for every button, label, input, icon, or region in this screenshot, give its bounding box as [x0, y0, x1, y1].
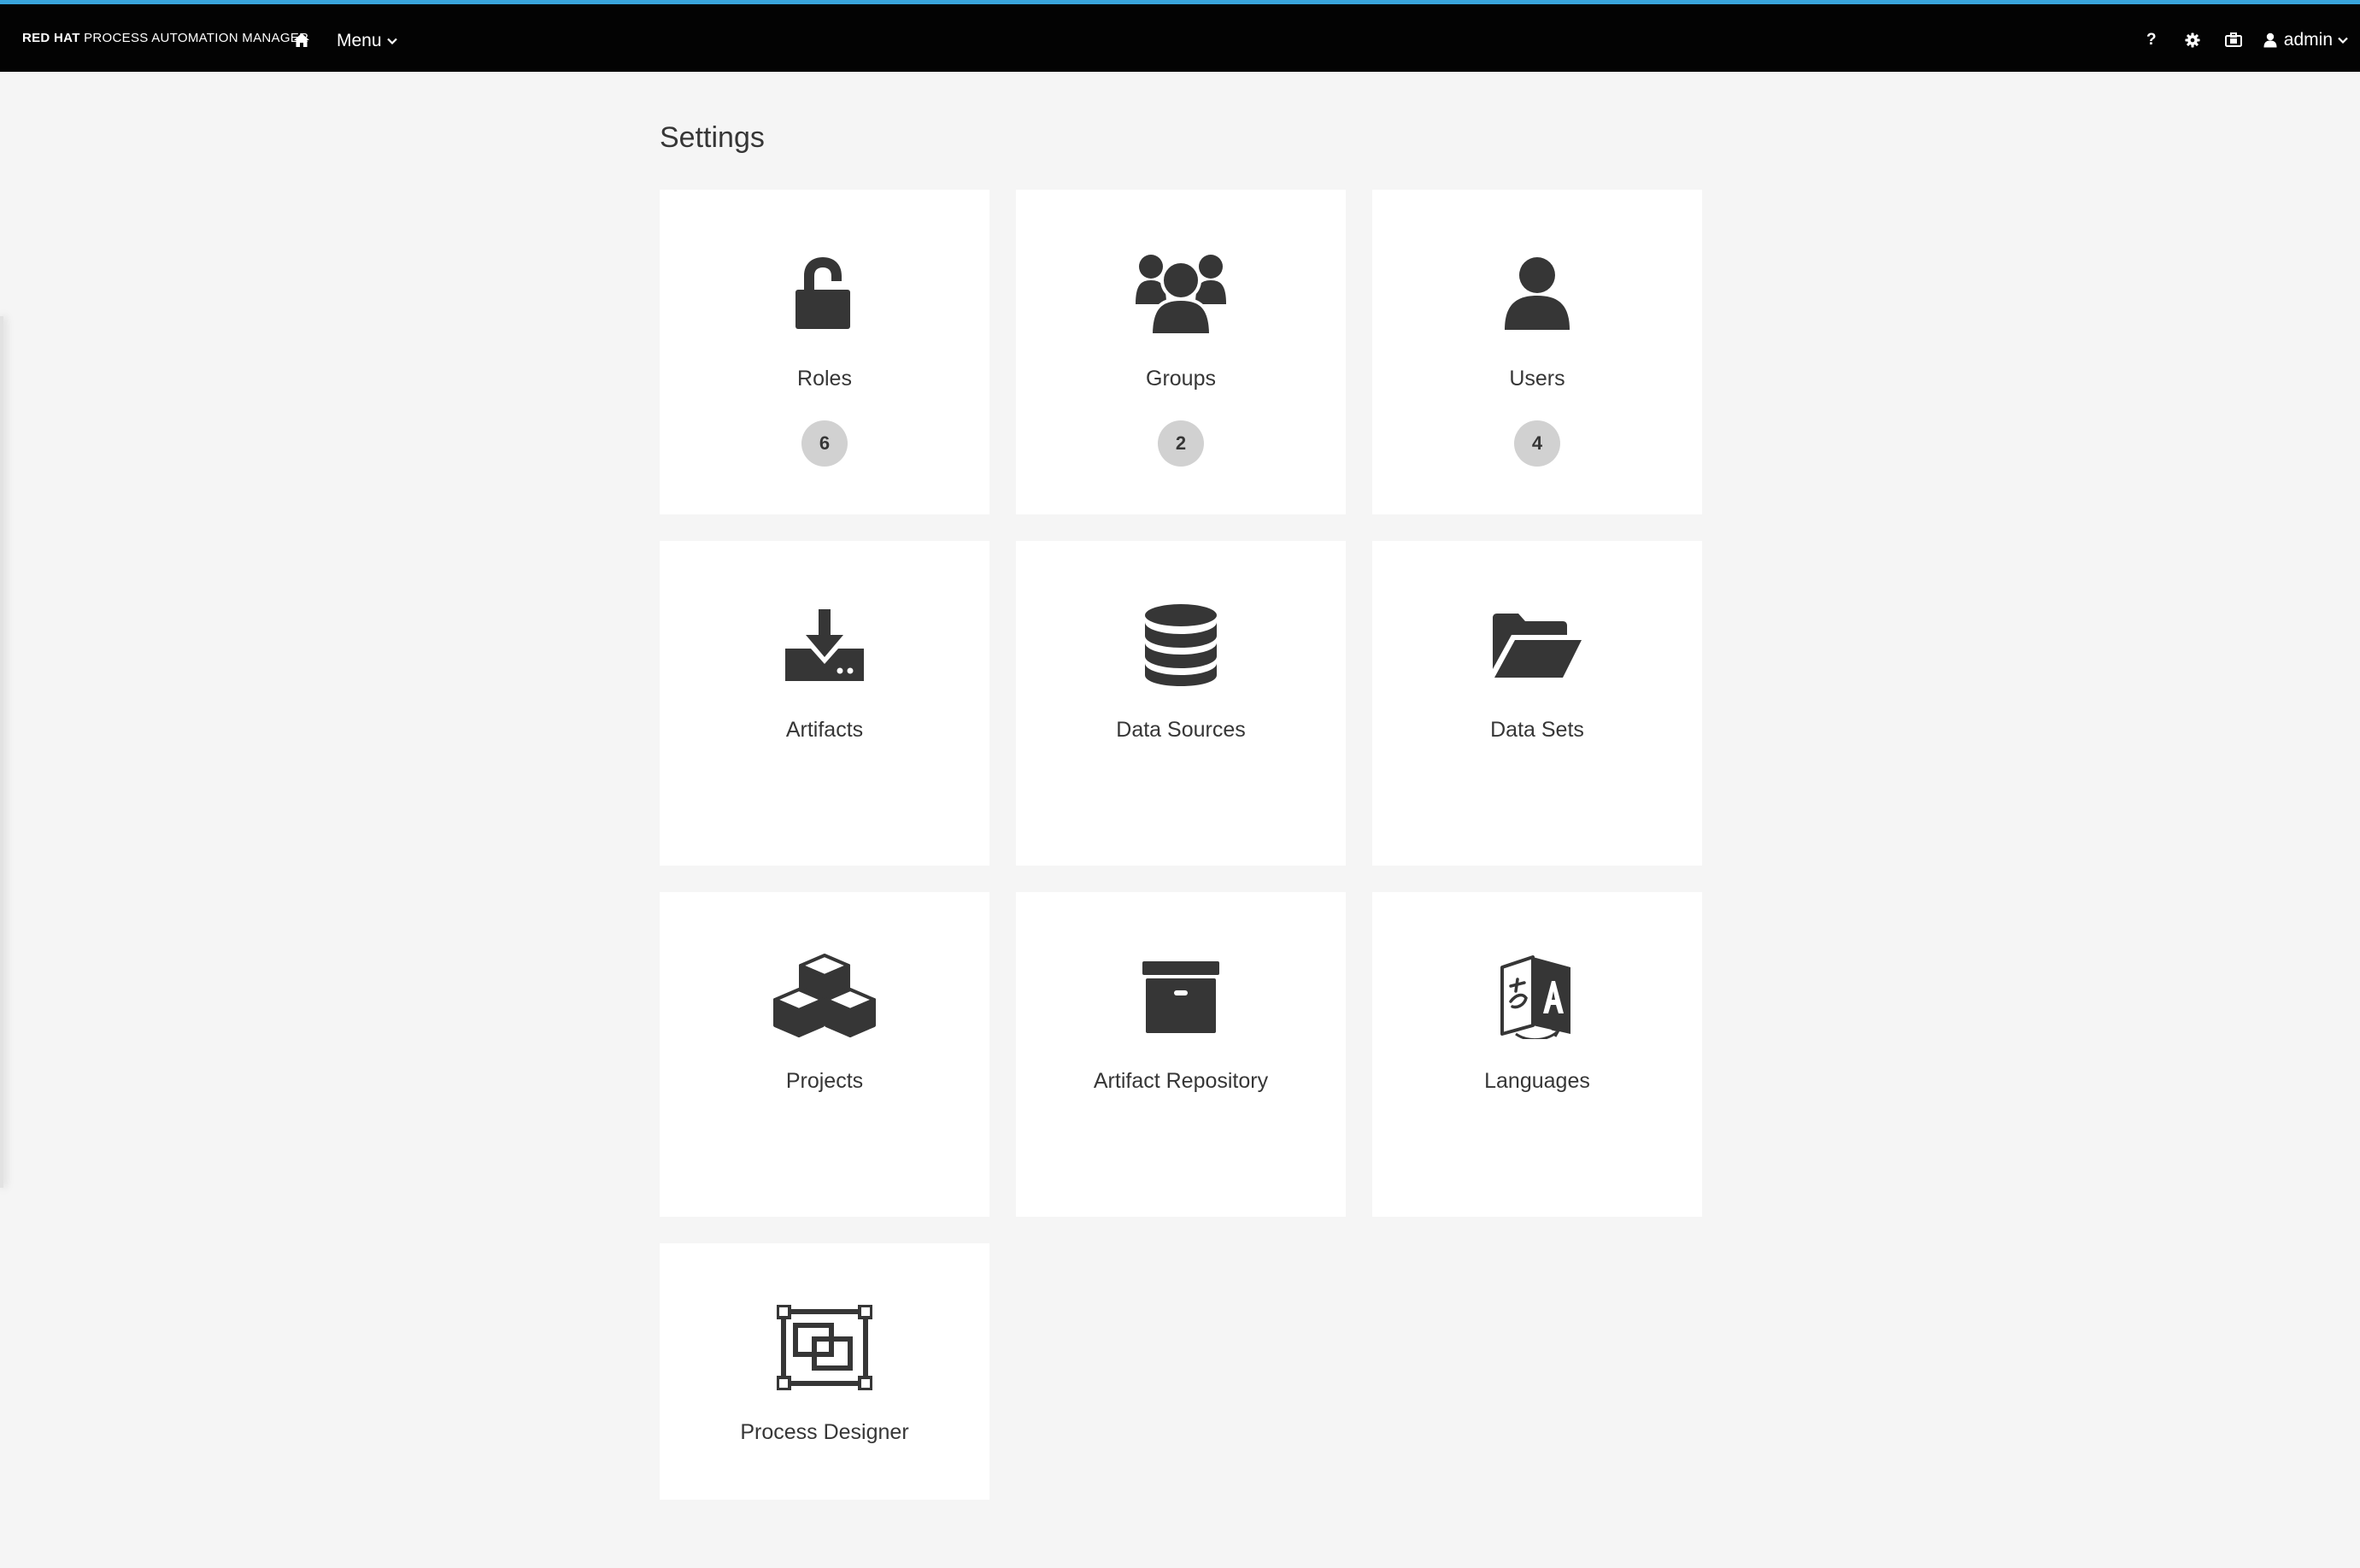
tile-roles[interactable]: Roles 6 [660, 190, 989, 514]
unlock-icon [795, 257, 850, 329]
apps-button[interactable] [2222, 28, 2245, 52]
tile-data-sources[interactable]: Data Sources [1016, 541, 1346, 866]
users-group-icon [1136, 255, 1226, 337]
brand-product-text: PROCESS AUTOMATION MANAGER [84, 31, 309, 45]
top-navbar: RED HAT PROCESS AUTOMATION MANAGER Menu … [0, 0, 2360, 72]
archive-box-icon [1142, 961, 1219, 1033]
gear-icon [2185, 32, 2200, 48]
tile-label: Groups [1146, 367, 1216, 391]
menu-dropdown[interactable]: Menu [337, 28, 397, 54]
tile-artifacts[interactable]: Artifacts [660, 541, 989, 866]
tile-label: Artifacts [785, 718, 864, 742]
user-icon [2263, 32, 2277, 48]
tile-label: Process Designer [740, 1420, 909, 1444]
language-icon [1500, 955, 1570, 1039]
user-icon [1505, 257, 1570, 330]
tile-label: Users [1509, 367, 1565, 391]
brand-strong-text: RED HAT [22, 31, 80, 45]
chevron-down-icon [2338, 37, 2348, 44]
menu-label: Menu [337, 31, 382, 50]
tile-label: Data Sources [1116, 718, 1246, 742]
user-menu[interactable]: admin [2263, 30, 2348, 50]
count-badge: 6 [801, 420, 848, 467]
tile-groups[interactable]: Groups 2 [1016, 190, 1346, 514]
help-button[interactable]: ? [2140, 28, 2163, 52]
side-drawer-edge[interactable] [0, 316, 3, 1188]
count-badge: 2 [1158, 420, 1204, 467]
home-icon [294, 33, 309, 47]
download-drive-icon [785, 609, 864, 681]
settings-button[interactable] [2181, 28, 2204, 52]
tile-artifact-repository[interactable]: Artifact Repository [1016, 892, 1346, 1217]
tile-label: Roles [797, 367, 852, 391]
tile-label: Data Sets [1490, 718, 1584, 742]
process-designer-icon [777, 1305, 872, 1390]
brand-logo[interactable]: RED HAT PROCESS AUTOMATION MANAGER [22, 30, 308, 47]
tile-label: Artifact Repository [1093, 1069, 1269, 1093]
help-icon: ? [2146, 31, 2157, 49]
navbar-utilities: ? admin [2122, 26, 2348, 54]
chevron-down-icon [386, 38, 397, 44]
database-icon [1145, 604, 1217, 686]
tile-languages[interactable]: Languages [1372, 892, 1702, 1217]
tile-data-sets[interactable]: Data Sets [1372, 541, 1702, 866]
tile-process-designer[interactable]: Process Designer [660, 1243, 989, 1500]
tile-users[interactable]: Users 4 [1372, 190, 1702, 514]
tile-projects[interactable]: Projects [660, 892, 989, 1217]
tile-label: Projects [785, 1069, 864, 1093]
settings-tile-grid: Roles 6 Groups 2 Users 4 Artifacts Data … [660, 190, 1702, 1568]
folder-open-icon [1493, 614, 1582, 678]
home-button[interactable] [291, 30, 313, 50]
tile-label: Languages [1484, 1069, 1590, 1093]
count-badge: 4 [1514, 420, 1560, 467]
user-name: admin [2283, 30, 2333, 50]
cubes-icon [773, 954, 876, 1037]
briefcase-icon [2224, 32, 2242, 47]
page-title: Settings [660, 121, 765, 154]
